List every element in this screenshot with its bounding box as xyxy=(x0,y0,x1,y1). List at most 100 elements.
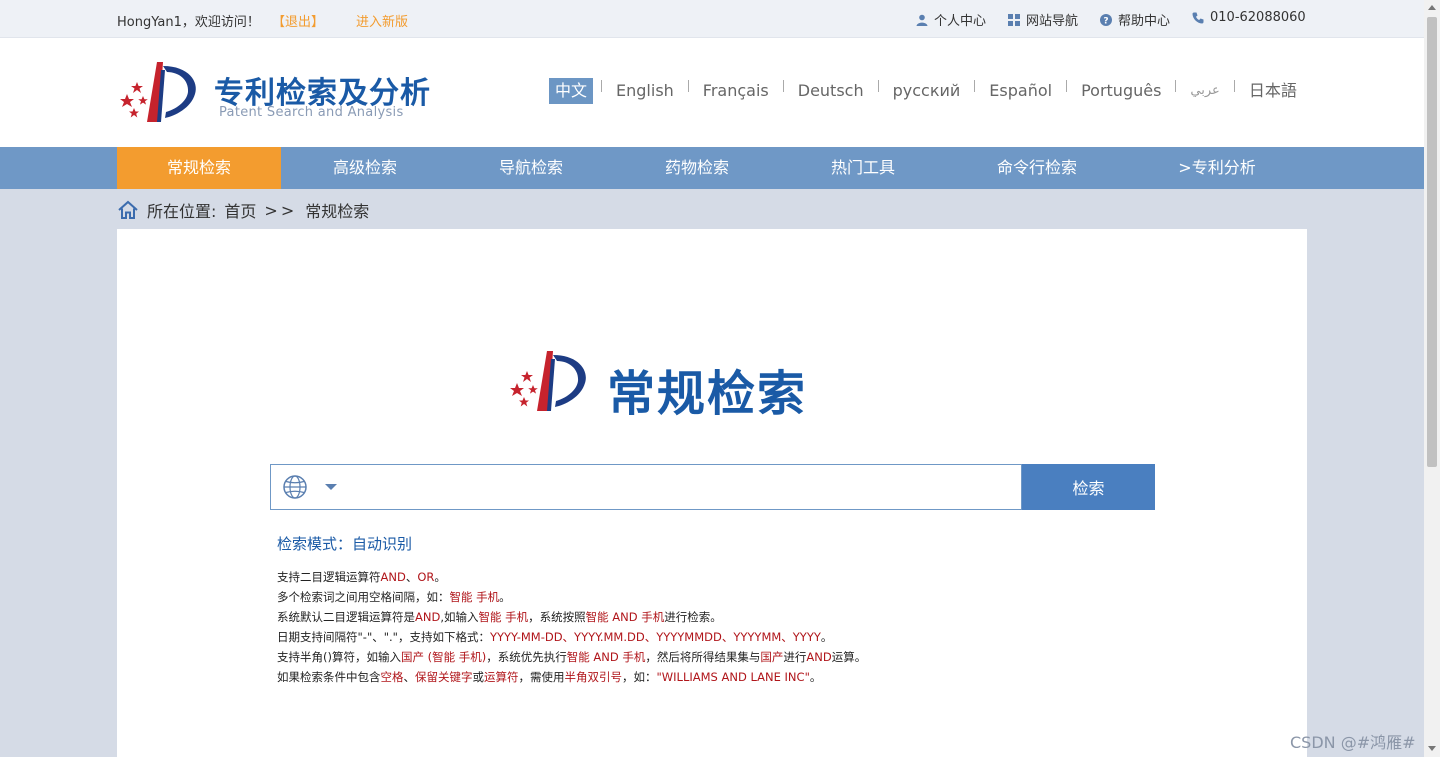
help-keyword: 国产 xyxy=(760,650,784,664)
help-center-link[interactable]: ? 帮助中心 xyxy=(1100,10,1170,29)
breadcrumb: 所在位置: 首页 >> 常规检索 xyxy=(117,198,369,222)
help-text: ，系统优先执行 xyxy=(486,650,567,664)
help-text: 运算。 xyxy=(831,650,867,664)
nav-advanced-search[interactable]: 高级检索 xyxy=(283,147,447,189)
help-center-label: 帮助中心 xyxy=(1118,14,1171,29)
breadcrumb-label: 所在位置: xyxy=(147,202,217,221)
help-text: 多个检索词之间用空格间隔，如： xyxy=(277,590,450,604)
lang-fr[interactable]: Français xyxy=(697,78,775,104)
help-text: 、 xyxy=(405,570,418,584)
main-nav: 常规检索 高级检索 导航检索 药物检索 热门工具 命令行检索 >专利分析 xyxy=(0,147,1424,189)
help-text: 日期支持间隔符"-"、"."，支持如下格式： xyxy=(277,630,490,644)
help-text: 。 xyxy=(499,590,511,604)
scroll-up-icon[interactable] xyxy=(1428,5,1436,10)
scroll-down-icon[interactable] xyxy=(1428,746,1436,751)
site-nav-label: 网站导航 xyxy=(1026,14,1079,29)
help-text: ，系统按照 xyxy=(528,610,586,624)
svg-text:?: ? xyxy=(1103,16,1108,26)
help-keyword: OR xyxy=(417,570,435,584)
site-header: 专利检索及分析 Patent Search and Analysis 中文 En… xyxy=(0,38,1424,147)
site-subtitle: Patent Search and Analysis xyxy=(219,105,404,120)
lang-ar[interactable]: عربي xyxy=(1184,78,1225,104)
lang-de[interactable]: Deutsch xyxy=(792,78,870,104)
help-keyword: 保留关键字 xyxy=(415,670,473,684)
help-text: 进行 xyxy=(783,650,807,664)
help-text: ，需使用 xyxy=(518,670,565,684)
help-keyword: 运算符 xyxy=(484,670,519,684)
help-keyword: 半角双引号 xyxy=(564,670,623,684)
home-icon[interactable] xyxy=(117,200,139,220)
help-icon: ? xyxy=(1100,13,1112,26)
help-text: ，如： xyxy=(622,670,657,684)
breadcrumb-separator: >> xyxy=(264,200,298,220)
search-button[interactable]: 检索 xyxy=(1022,464,1155,510)
phone-number: 010-62088060 xyxy=(1210,10,1306,25)
nav-drug-search[interactable]: 药物检索 xyxy=(615,147,779,189)
grid-icon xyxy=(1008,13,1020,26)
search-mode-label: 检索模式： xyxy=(277,535,353,553)
help-line: 多个检索词之间用空格间隔，如：智能 手机。 xyxy=(277,587,866,607)
new-version-link[interactable]: 进入新版 xyxy=(356,11,408,30)
search-help-text: 支持二目逻辑运算符AND、OR。 多个检索词之间用空格间隔，如：智能 手机。 系统默… xyxy=(277,567,866,687)
help-keyword: "WILLIAMS AND LANE INC" xyxy=(656,670,810,684)
lang-en[interactable]: English xyxy=(610,78,680,104)
page-scrollbar[interactable] xyxy=(1424,0,1440,757)
search-input[interactable] xyxy=(351,471,1011,503)
phone-icon xyxy=(1192,12,1204,23)
chevron-down-icon[interactable] xyxy=(325,484,337,490)
lang-es[interactable]: Español xyxy=(983,78,1058,104)
help-text: 。 xyxy=(434,570,446,584)
search-logo xyxy=(510,351,586,411)
help-text: 系统默认二目逻辑运算符是 xyxy=(277,610,415,624)
help-line: 支持二目逻辑运算符AND、OR。 xyxy=(277,567,866,587)
search-mode: 检索模式：自动识别 xyxy=(277,533,412,554)
divider xyxy=(974,80,976,92)
search-mode-value[interactable]: 自动识别 xyxy=(352,535,412,553)
help-text: 。 xyxy=(809,670,822,684)
lang-ru[interactable]: русский xyxy=(887,78,967,104)
divider xyxy=(1233,80,1235,92)
help-line: 日期支持间隔符"-"、"."，支持如下格式：YYYY-MM-DD、YYYY.MM… xyxy=(277,627,866,647)
nav-navigation-search[interactable]: 导航检索 xyxy=(449,147,613,189)
nav-hot-tools[interactable]: 热门工具 xyxy=(781,147,945,189)
help-text: ,如输入 xyxy=(440,610,479,624)
globe-icon[interactable] xyxy=(283,475,307,499)
site-nav-link[interactable]: 网站导航 xyxy=(1008,10,1078,29)
site-logo[interactable] xyxy=(117,60,201,128)
help-text: 进行检索。 xyxy=(664,610,722,624)
lang-ja[interactable]: 日本語 xyxy=(1243,78,1303,104)
help-keyword: 空格 xyxy=(380,670,404,684)
language-switcher: 中文 English Français Deutsch русский Espa… xyxy=(549,78,1303,104)
help-keyword: 智能 手机 xyxy=(478,610,529,624)
top-bar: HongYan1，欢迎访问！ 【退出】 进入新版 个人中心 网站导航 ? 帮助中… xyxy=(0,0,1424,38)
divider xyxy=(782,80,784,92)
divider xyxy=(687,80,689,92)
help-keyword: AND xyxy=(806,650,832,664)
welcome-text: HongYan1，欢迎访问！ xyxy=(117,15,260,30)
user-icon xyxy=(916,14,928,26)
nav-command-search[interactable]: 命令行检索 xyxy=(947,147,1127,189)
personal-center-label: 个人中心 xyxy=(934,14,987,29)
help-text: 支持半角()算符，如输入 xyxy=(277,650,401,664)
divider xyxy=(877,80,879,92)
help-keyword: 智能 AND 手机 xyxy=(585,610,665,624)
help-keyword: 国产 (智能 手机) xyxy=(400,650,487,664)
help-keyword: YYYY-MM-DD、YYYY.MM.DD、YYYYMMDD、YYYYMM、YY… xyxy=(489,630,821,644)
personal-center-link[interactable]: 个人中心 xyxy=(916,10,986,29)
nav-regular-search[interactable]: 常规检索 xyxy=(117,147,281,189)
scrollbar-thumb[interactable] xyxy=(1427,17,1437,467)
lang-zh[interactable]: 中文 xyxy=(549,78,594,104)
search-title: 常规检索 xyxy=(607,366,808,422)
phone-link: 010-62088060 xyxy=(1192,10,1306,25)
divider xyxy=(601,80,603,92)
lang-pt[interactable]: Português xyxy=(1075,78,1167,104)
divider xyxy=(1175,80,1177,92)
watermark: CSDN @#鸿雁# xyxy=(1290,733,1416,752)
breadcrumb-home[interactable]: 首页 xyxy=(224,198,256,222)
logout-link[interactable]: 【退出】 xyxy=(272,11,324,30)
nav-patent-analysis[interactable]: >专利分析 xyxy=(1130,147,1304,189)
breadcrumb-current: 常规检索 xyxy=(305,202,370,221)
help-text: 支持二目逻辑运算符 xyxy=(277,570,381,584)
help-keyword: AND xyxy=(380,570,406,584)
search-panel: 常规检索 检索 检索模式：自动识别 支持二目逻辑运算符AND、OR。 多个检索词之… xyxy=(117,229,1307,757)
